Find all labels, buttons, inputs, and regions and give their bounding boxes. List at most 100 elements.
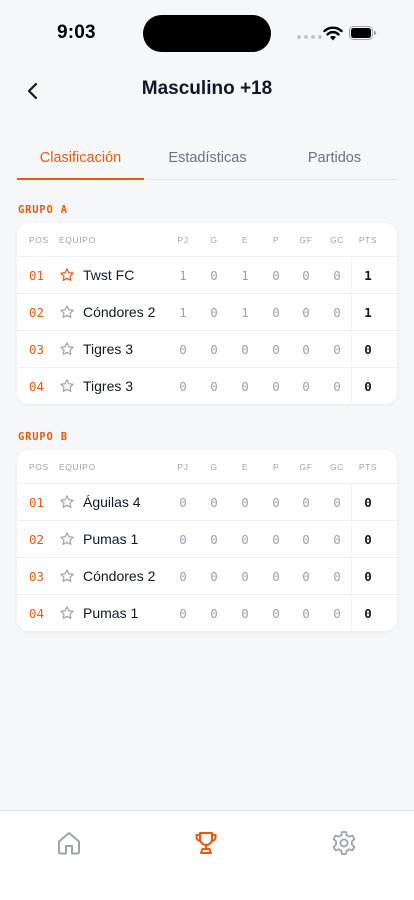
row-team: Tigres 3 (59, 331, 179, 367)
group-a-rows: 01 Twst FC 1 0 1 0 0 0 1 02 Cóndores 2 1 0 1 0 0 0 1 03 Tig… (17, 256, 397, 404)
row-g: 0 (210, 531, 218, 547)
team-name: Águilas 4 (83, 494, 141, 510)
pts-divider (351, 294, 352, 330)
star-icon[interactable] (59, 267, 75, 283)
nav-tournaments[interactable] (192, 829, 220, 857)
table-row[interactable]: 04 Pumas 1 0 0 0 0 0 0 0 (17, 594, 397, 631)
table-row[interactable]: 02 Pumas 1 0 0 0 0 0 0 0 (17, 520, 397, 557)
pts-divider (351, 595, 352, 631)
bottom-nav (0, 810, 414, 900)
tab-partidos[interactable]: Partidos (271, 142, 398, 179)
group-b-label: GRUPO B (18, 431, 68, 443)
table-row[interactable]: 03 Tigres 3 0 0 0 0 0 0 0 (17, 330, 397, 367)
row-gf: 0 (302, 531, 310, 547)
row-pj: 0 (179, 568, 187, 584)
row-gc: 0 (333, 531, 341, 547)
row-e: 0 (241, 341, 249, 357)
team-name: Cóndores 2 (83, 568, 156, 584)
pts-divider (351, 484, 352, 520)
row-gc: 0 (333, 267, 341, 283)
team-name: Tigres 3 (83, 378, 134, 394)
table-row[interactable]: 04 Tigres 3 0 0 0 0 0 0 0 (17, 367, 397, 404)
pts-divider (351, 521, 352, 557)
row-e: 0 (241, 531, 249, 547)
header: Masculino +18 (0, 68, 414, 112)
tab-estadisticas[interactable]: Estadísticas (144, 142, 271, 179)
battery-icon (349, 26, 377, 40)
dynamic-island (143, 15, 271, 52)
group-b-rows: 01 Águilas 4 0 0 0 0 0 0 0 02 Pumas 1 0 0 0 0 0 0 0 03 Cónd… (17, 483, 397, 631)
row-position: 03 (29, 341, 45, 357)
star-icon[interactable] (59, 378, 75, 394)
nav-settings[interactable] (330, 829, 358, 857)
row-pj: 0 (179, 531, 187, 547)
row-position: 04 (29, 605, 45, 621)
row-p: 0 (272, 494, 280, 510)
col-g: G (210, 234, 218, 245)
row-pj: 0 (179, 605, 187, 621)
row-e: 0 (241, 605, 249, 621)
star-icon[interactable] (59, 304, 75, 320)
wifi-icon (323, 26, 343, 41)
col-pos: POS (29, 234, 49, 245)
group-a-label: GRUPO A (18, 204, 68, 216)
row-pts: 0 (364, 494, 372, 510)
row-g: 0 (210, 568, 218, 584)
row-gf: 0 (302, 304, 310, 320)
star-icon[interactable] (59, 341, 75, 357)
table-row[interactable]: 03 Cóndores 2 0 0 0 0 0 0 0 (17, 557, 397, 594)
row-e: 1 (241, 267, 249, 283)
status-bar: 9:03 (0, 0, 414, 60)
pts-divider (351, 558, 352, 594)
row-pj: 1 (179, 304, 187, 320)
row-gf: 0 (302, 267, 310, 283)
row-team: Pumas 1 (59, 595, 179, 631)
col-team: EQUIPO (59, 234, 96, 245)
row-g: 0 (210, 341, 218, 357)
star-icon[interactable] (59, 568, 75, 584)
nav-home[interactable] (55, 829, 83, 857)
star-icon[interactable] (59, 494, 75, 510)
table-row[interactable]: 01 Twst FC 1 0 1 0 0 0 1 (17, 256, 397, 293)
col-gc: GC (330, 234, 344, 245)
row-pj: 0 (179, 378, 187, 394)
status-time: 9:03 (57, 22, 96, 43)
star-icon[interactable] (59, 605, 75, 621)
row-position: 02 (29, 531, 45, 547)
team-name: Twst FC (83, 267, 135, 283)
row-team: Twst FC (59, 257, 179, 293)
team-name: Tigres 3 (83, 341, 134, 357)
table-header: POS EQUIPO PJ G E P GF GC PTS (17, 223, 397, 256)
row-pj: 0 (179, 341, 187, 357)
row-gc: 0 (333, 378, 341, 394)
row-gf: 0 (302, 378, 310, 394)
group-b-table: POS EQUIPO PJ G E P GF GC PTS 01 Águilas … (17, 450, 397, 631)
team-name: Pumas 1 (83, 531, 139, 547)
row-e: 0 (241, 568, 249, 584)
trophy-icon (195, 832, 217, 854)
col-gf: GF (299, 461, 313, 472)
row-e: 1 (241, 304, 249, 320)
row-g: 0 (210, 605, 218, 621)
row-pts: 1 (364, 304, 372, 320)
row-position: 01 (29, 267, 45, 283)
row-p: 0 (272, 605, 280, 621)
pts-divider (351, 257, 352, 293)
row-pts: 1 (364, 267, 372, 283)
row-position: 04 (29, 378, 45, 394)
pts-divider (351, 368, 352, 404)
row-p: 0 (272, 531, 280, 547)
row-p: 0 (272, 267, 280, 283)
row-e: 0 (241, 378, 249, 394)
tab-clasificacion[interactable]: Clasificación (17, 142, 144, 180)
col-pts: PTS (358, 234, 378, 245)
table-row[interactable]: 02 Cóndores 2 1 0 1 0 0 0 1 (17, 293, 397, 330)
row-gc: 0 (333, 494, 341, 510)
row-position: 02 (29, 304, 45, 320)
team-name: Pumas 1 (83, 605, 139, 621)
star-icon[interactable] (59, 531, 75, 547)
row-pts: 0 (364, 378, 372, 394)
table-row[interactable]: 01 Águilas 4 0 0 0 0 0 0 0 (17, 483, 397, 520)
row-p: 0 (272, 341, 280, 357)
row-position: 03 (29, 568, 45, 584)
